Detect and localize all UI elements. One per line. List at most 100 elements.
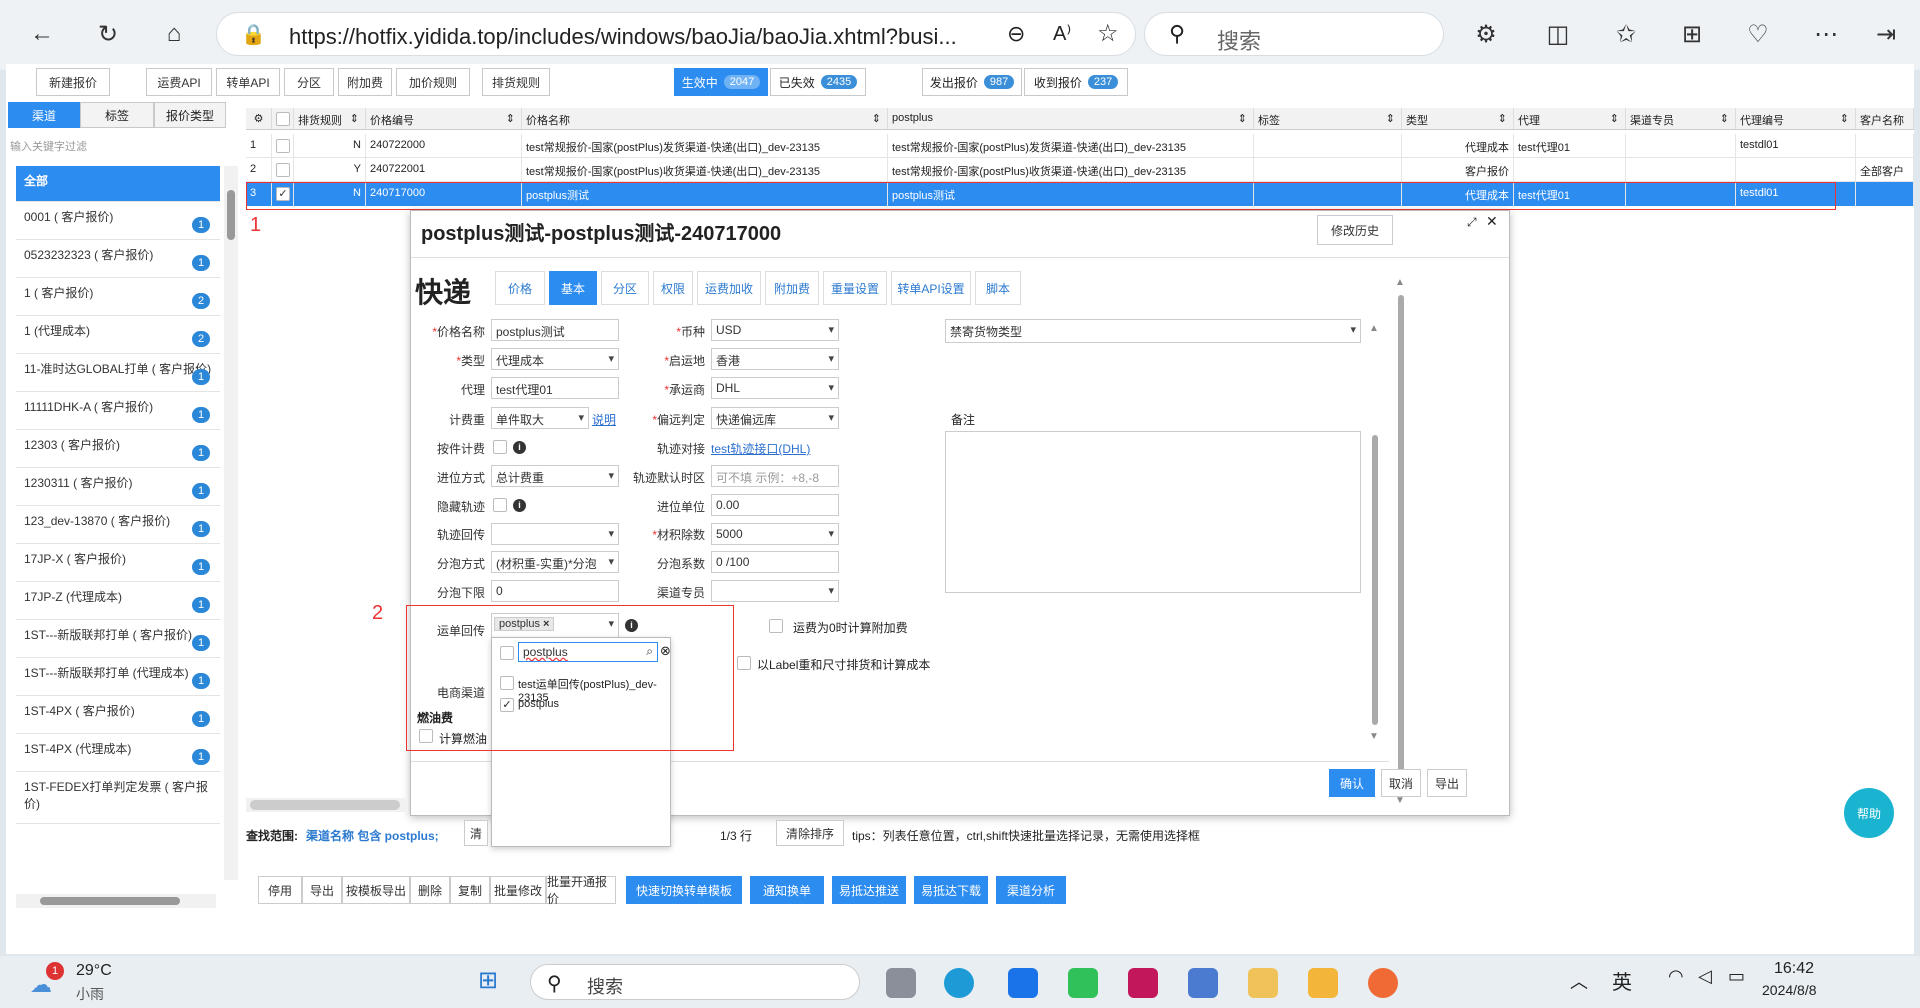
confirm-button[interactable]: 确认 [1329, 769, 1375, 797]
grid-column-header[interactable]: 排货规则 ⇕ [294, 108, 366, 130]
channel-list-item[interactable]: 1 (代理成本) 2 [16, 316, 220, 354]
row-checkbox[interactable] [276, 163, 290, 177]
received-quote-filter[interactable]: 收到报价 237 [1024, 68, 1128, 96]
bottom-action-button[interactable]: 批量开通报价 [546, 875, 616, 906]
notes-icon[interactable] [1188, 968, 1218, 998]
channel-list-item[interactable]: 1ST-4PX ( 客户报价) 1 [16, 696, 220, 734]
bottom-action-button[interactable]: 导出 [302, 876, 342, 904]
tab-8[interactable]: 脚本 [975, 271, 1021, 305]
agent-input[interactable]: test代理01 [491, 377, 619, 399]
clear-sort-button[interactable]: 清除排序 [776, 820, 844, 846]
sort-icon[interactable]: ⇕ [506, 112, 515, 125]
ime-language[interactable]: 英 [1612, 966, 1632, 995]
type-select[interactable]: 代理成本 [491, 348, 619, 370]
track-return-select[interactable] [491, 523, 619, 545]
expired-filter[interactable]: 已失效 2435 [770, 68, 866, 96]
sort-icon[interactable]: ⇕ [1720, 112, 1729, 125]
sent-quote-filter[interactable]: 发出报价 987 [922, 68, 1022, 96]
history-button[interactable]: 修改历史 [1317, 215, 1393, 245]
channel-list-item[interactable]: 1 ( 客户报价) 2 [16, 278, 220, 316]
info-icon[interactable]: i [513, 441, 526, 454]
app-icon-yellow[interactable] [1248, 968, 1278, 998]
back-icon[interactable]: ← [24, 16, 60, 52]
label-weight-checkbox[interactable] [737, 656, 751, 670]
bottom-action-button[interactable]: 按模板导出 [342, 876, 410, 904]
app-icon-generic[interactable] [886, 968, 916, 998]
divisor-select[interactable]: 5000 [711, 523, 839, 545]
channel-list-item[interactable]: 1ST-FEDEX打单判定发票 ( 客户报价) [16, 772, 220, 824]
clock-date[interactable]: 2024/8/8 [1762, 982, 1817, 998]
tab-4[interactable]: 运费加收 [697, 271, 761, 305]
favorites-icon[interactable]: ✩ [1608, 16, 1644, 52]
grid-column-header[interactable]: 类型 ⇕ [1402, 108, 1514, 130]
active-filter[interactable]: 生效中 2047 [674, 68, 768, 96]
close-icon[interactable]: ✕ [1486, 213, 1498, 230]
outer-scrollbar-thumb[interactable] [1398, 295, 1404, 775]
extensions-icon[interactable]: ⚙ [1468, 16, 1504, 52]
chevron-up-icon[interactable]: ︿ [1570, 968, 1588, 994]
tab-1[interactable]: 基本 [549, 271, 597, 305]
folder-icon[interactable] [1308, 968, 1338, 998]
bottom-action-button[interactable]: 易抵达推送 [832, 876, 906, 904]
outer-scroll-up-icon[interactable]: ▲ [1395, 277, 1405, 288]
specialist-select[interactable] [711, 580, 839, 602]
sidebar-icon[interactable]: ⇥ [1868, 16, 1904, 52]
bottom-action-button[interactable]: 批量修改 [490, 876, 546, 904]
collections-icon[interactable]: ⊞ [1674, 16, 1710, 52]
price-name-input[interactable]: postplus测试 [491, 319, 619, 341]
sort-icon[interactable]: ⇕ [872, 112, 881, 125]
wechat-icon[interactable] [1068, 968, 1098, 998]
info-icon[interactable]: i [513, 499, 526, 512]
markup-rules-button[interactable]: 加价规则 [396, 68, 470, 96]
app-icon-orange[interactable] [1368, 968, 1398, 998]
volume-icon[interactable]: ◁ [1698, 966, 1712, 987]
tab-tags[interactable]: 标签 [80, 102, 154, 128]
sort-icon[interactable]: ⇕ [1386, 112, 1395, 125]
split-coef-input[interactable]: 0 /100 [711, 551, 839, 573]
tab-channel[interactable]: 渠道 [8, 102, 80, 128]
grid-column-header[interactable]: 代理 ⇕ [1514, 108, 1626, 130]
expand-icon[interactable]: ⤢ [1467, 215, 1477, 230]
sort-icon[interactable]: ⇕ [1840, 112, 1849, 125]
clear-search-button[interactable]: 清 [464, 820, 488, 846]
grid-select-all[interactable] [272, 108, 294, 130]
taskbar-search[interactable]: ⚲ 搜索 [530, 964, 860, 1000]
channel-list-item[interactable]: 12303 ( 客户报价) 1 [16, 430, 220, 468]
bottom-action-button[interactable]: 删除 [410, 876, 450, 904]
channel-list-item[interactable]: 全部 [16, 166, 220, 202]
billing-weight-select[interactable]: 单件取大 [491, 407, 589, 429]
split-lower-input[interactable]: 0 [491, 580, 619, 602]
channel-list-item[interactable]: 1ST---新版联邦打单 (代理成本) 1 [16, 658, 220, 696]
channel-list-item[interactable]: 1ST-4PX (代理成本) 1 [16, 734, 220, 772]
read-aloud-icon[interactable]: A⁾ [1053, 21, 1071, 46]
remarks-textarea[interactable] [945, 431, 1361, 593]
channel-list-item[interactable]: 11111DHK-A ( 客户报价) 1 [16, 392, 220, 430]
home-icon[interactable]: ⌂ [156, 16, 192, 52]
sort-icon[interactable]: ⇕ [1610, 112, 1619, 125]
jetbrains-icon[interactable] [1128, 968, 1158, 998]
split-method-select[interactable]: (材积重-实重)*分泡 [491, 551, 619, 573]
unit-input[interactable]: 0.00 [711, 494, 839, 516]
channel-filter-input[interactable]: 输入关键字过滤 [6, 134, 222, 156]
address-bar[interactable]: 🔒 https://hotfix.yidida.top/includes/win… [216, 12, 1136, 56]
per-piece-checkbox[interactable] [493, 440, 507, 454]
tab-3[interactable]: 权限 [653, 271, 693, 305]
channel-list-item[interactable]: 1230311 ( 客户报价) 1 [16, 468, 220, 506]
grid-column-header[interactable]: postplus ⇕ [888, 108, 1254, 130]
edge-icon[interactable] [944, 968, 974, 998]
channel-list-item[interactable]: 123_dev-13870 ( 客户报价) 1 [16, 506, 220, 544]
grid-column-header[interactable]: 渠道专员 ⇕ [1626, 108, 1736, 130]
left-hscroll-thumb[interactable] [40, 897, 180, 905]
forbidden-goods-select[interactable]: 禁寄货物类型 [945, 319, 1361, 343]
favorite-icon[interactable]: ☆ [1097, 19, 1119, 48]
bottom-action-button[interactable]: 易抵达下载 [914, 876, 988, 904]
transfer-api-button[interactable]: 转单API [216, 68, 280, 96]
grid-hscroll-thumb[interactable] [250, 800, 400, 810]
tab-quote-type[interactable]: 报价类型 [154, 102, 226, 128]
channel-list-item[interactable]: 11-准时达GLOBAL打单 ( 客户报价) 1 [16, 354, 220, 392]
battery-icon[interactable]: ▭ [1728, 966, 1745, 987]
grid-column-header[interactable]: 代理编号 ⇕ [1736, 108, 1856, 130]
clock-time[interactable]: 16:42 [1774, 960, 1814, 978]
left-scrollbar[interactable] [224, 166, 238, 880]
scroll-down-icon[interactable]: ▼ [1369, 731, 1379, 742]
